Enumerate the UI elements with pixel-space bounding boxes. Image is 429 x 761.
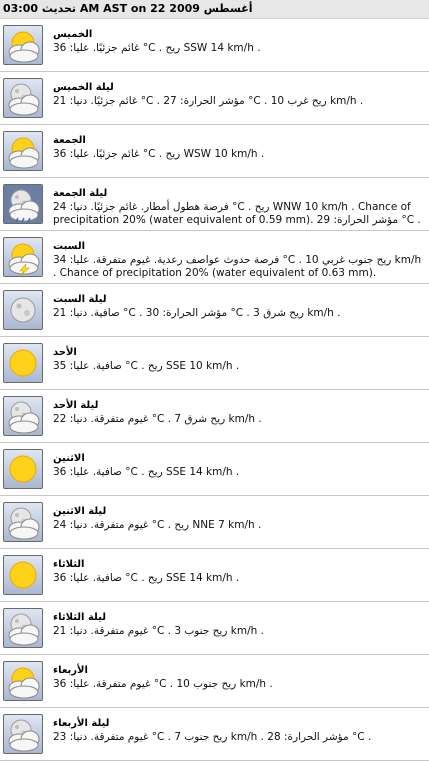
forecast-description: صافية. دنيا: 21 °C . مؤشر الحرارة: 30 °C… <box>53 307 341 319</box>
sunny-icon <box>3 343 43 383</box>
forecast-updated-header: تحديث 03:00 AM AST on 22 أغسطس 2009 <box>0 0 429 19</box>
forecast-row: ليلة الجمعة فرصة هطول أمطار. غائم جزئيًا… <box>0 178 429 231</box>
forecast-row: ليلة السبت صافية. دنيا: 21 °C . مؤشر الح… <box>0 284 429 337</box>
forecast-day: ليلة الأربعاء <box>53 718 110 729</box>
forecast-day: الأحد <box>53 347 77 358</box>
forecast-row: السبت فرصة حدوث عواصف رعدية. غيوم متفرقة… <box>0 231 429 284</box>
rain-night-icon <box>3 184 43 224</box>
forecast-description: غائم جزئيًا. دنيا: 21 °C . مؤشر الحرارة:… <box>53 95 364 107</box>
forecast-day: ليلة الأحد <box>53 400 99 411</box>
thunderstorm-icon <box>3 237 43 277</box>
forecast-description: غيوم متفرقة. عليا: 36 °C . ريح جنوب 10 k… <box>53 678 273 690</box>
forecast-description: صافية. عليا: 36 °C . ريح SSE 14 km/h . <box>53 572 240 584</box>
forecast-day: ليلة الجمعة <box>53 188 108 199</box>
forecast-row: ليلة الثلاثاء غيوم متفرقة. دنيا: 21 °C .… <box>0 602 429 655</box>
sunny-icon <box>3 555 43 595</box>
partly-cloudy-night-icon <box>3 396 43 436</box>
partly-cloudy-night-icon <box>3 78 43 118</box>
forecast-row: الثلاثاء صافية. عليا: 36 °C . ريح SSE 14… <box>0 549 429 602</box>
forecast-day: الجمعة <box>53 135 86 146</box>
forecast-row: ليلة الأربعاء غيوم متفرقة. دنيا: 23 °C .… <box>0 708 429 761</box>
partly-cloudy-night-icon <box>3 714 43 754</box>
forecast-description: صافية. عليا: 36 °C . ريح SSE 14 km/h . <box>53 466 240 478</box>
partly-cloudy-night-icon <box>3 608 43 648</box>
forecast-list: الخميس غائم جزئيًا. عليا: 36 °C . ريح SS… <box>0 19 429 761</box>
forecast-row: ليلة الخميس غائم جزئيًا. دنيا: 21 °C . م… <box>0 72 429 125</box>
forecast-row: الأحد صافية. عليا: 35 °C . ريح SSE 10 km… <box>0 337 429 390</box>
partly-cloudy-day-icon <box>3 131 43 171</box>
forecast-description: فرصة هطول أمطار. غائم جزئيًا. دنيا: 24 °… <box>53 201 421 226</box>
forecast-day: ليلة الثلاثاء <box>53 612 106 623</box>
forecast-description: غائم جزئيًا. عليا: 36 °C . ريح WSW 10 km… <box>53 148 265 160</box>
forecast-day: ليلة الاثنين <box>53 506 107 517</box>
partly-cloudy-day-icon <box>3 25 43 65</box>
forecast-row: الاثنين صافية. عليا: 36 °C . ريح SSE 14 … <box>0 443 429 496</box>
forecast-day: الأربعاء <box>53 665 88 676</box>
forecast-row: ليلة الأحد غيوم متفرقة. دنيا: 22 °C . ري… <box>0 390 429 443</box>
forecast-description: غائم جزئيًا. عليا: 36 °C . ريح SSW 14 km… <box>53 42 261 54</box>
forecast-description: غيوم متفرقة. دنيا: 23 °C . ريح جنوب 7 km… <box>53 731 372 743</box>
forecast-description: غيوم متفرقة. دنيا: 24 °C . ريح NNE 7 km/… <box>53 519 262 531</box>
forecast-day: الاثنين <box>53 453 85 464</box>
forecast-description: فرصة حدوث عواصف رعدية. غيوم متفرقة. عليا… <box>53 254 422 279</box>
clear-night-icon <box>3 290 43 330</box>
forecast-description: صافية. عليا: 35 °C . ريح SSE 10 km/h . <box>53 360 240 372</box>
partly-cloudy-night-icon <box>3 502 43 542</box>
forecast-day: ليلة السبت <box>53 294 107 305</box>
partly-cloudy-day-icon <box>3 661 43 701</box>
forecast-row: الخميس غائم جزئيًا. عليا: 36 °C . ريح SS… <box>0 19 429 72</box>
forecast-description: غيوم متفرقة. دنيا: 22 °C . ريح شرق 7 km/… <box>53 413 262 425</box>
forecast-row: الجمعة غائم جزئيًا. عليا: 36 °C . ريح WS… <box>0 125 429 178</box>
forecast-row: ليلة الاثنين غيوم متفرقة. دنيا: 24 °C . … <box>0 496 429 549</box>
sunny-icon <box>3 449 43 489</box>
forecast-day: الخميس <box>53 29 93 40</box>
forecast-description: غيوم متفرقة. دنيا: 21 °C . ريح جنوب 3 km… <box>53 625 264 637</box>
forecast-day: السبت <box>53 241 86 252</box>
forecast-row: الأربعاء غيوم متفرقة. عليا: 36 °C . ريح … <box>0 655 429 708</box>
forecast-day: الثلاثاء <box>53 559 85 570</box>
forecast-day: ليلة الخميس <box>53 82 114 93</box>
